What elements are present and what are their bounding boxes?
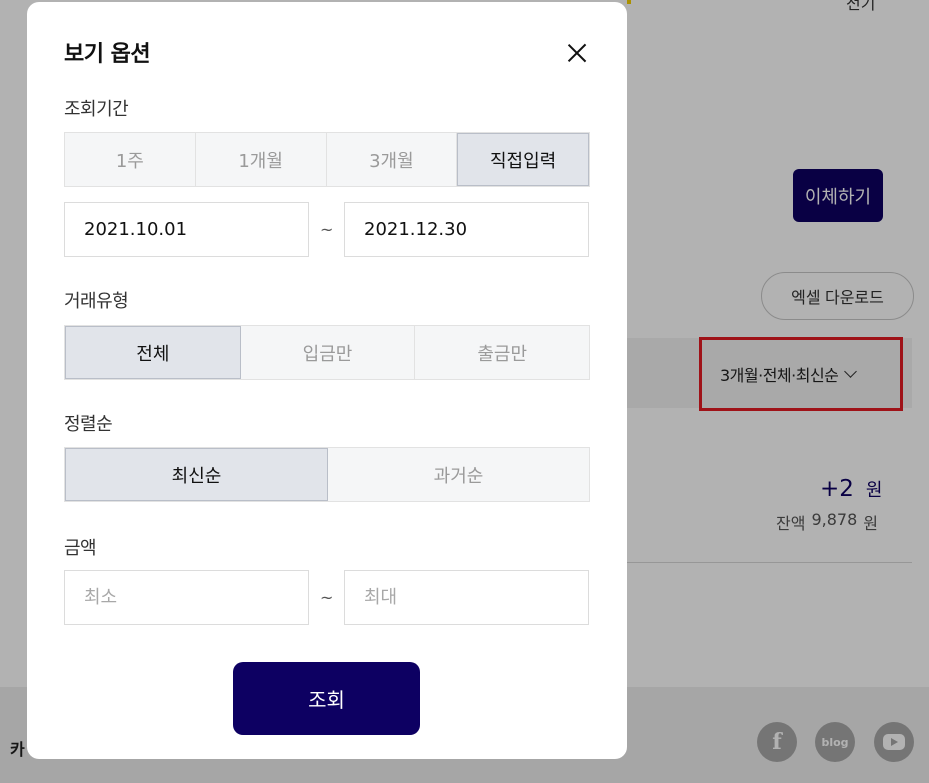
period-label: 조회기간 [64, 99, 129, 120]
sort-option-oldest[interactable]: 과거순 [328, 448, 589, 501]
period-option-1week[interactable]: 1주 [65, 133, 196, 186]
date-separator: ~ [320, 220, 334, 239]
end-date-field[interactable] [344, 202, 589, 257]
start-date-field[interactable] [64, 202, 309, 257]
search-button[interactable]: 조회 [233, 662, 420, 735]
max-amount-field[interactable] [344, 570, 589, 625]
sort-option-newest[interactable]: 최신순 [65, 448, 328, 501]
type-option-withdraw[interactable]: 출금만 [415, 326, 589, 379]
sort-label: 정렬순 [64, 414, 113, 435]
close-icon[interactable] [563, 39, 591, 67]
period-option-3months[interactable]: 3개월 [327, 133, 458, 186]
type-label: 거래유형 [64, 291, 129, 312]
period-segment: 1주 1개월 3개월 직접입력 [64, 132, 590, 187]
sort-segment: 최신순 과거순 [64, 447, 590, 502]
type-segment: 전체 입금만 출금만 [64, 325, 590, 380]
amount-label: 금액 [64, 538, 97, 559]
view-options-modal: 보기 옵션 조회기간 1주 1개월 3개월 직접입력 ~ 거래유형 전체 입금만… [27, 2, 627, 759]
period-option-custom[interactable]: 직접입력 [457, 133, 589, 186]
period-option-1month[interactable]: 1개월 [196, 133, 327, 186]
type-option-all[interactable]: 전체 [65, 326, 241, 379]
modal-title: 보기 옵션 [64, 42, 151, 67]
type-option-deposit[interactable]: 입금만 [241, 326, 416, 379]
amount-separator: ~ [320, 588, 334, 607]
min-amount-field[interactable] [64, 570, 309, 625]
